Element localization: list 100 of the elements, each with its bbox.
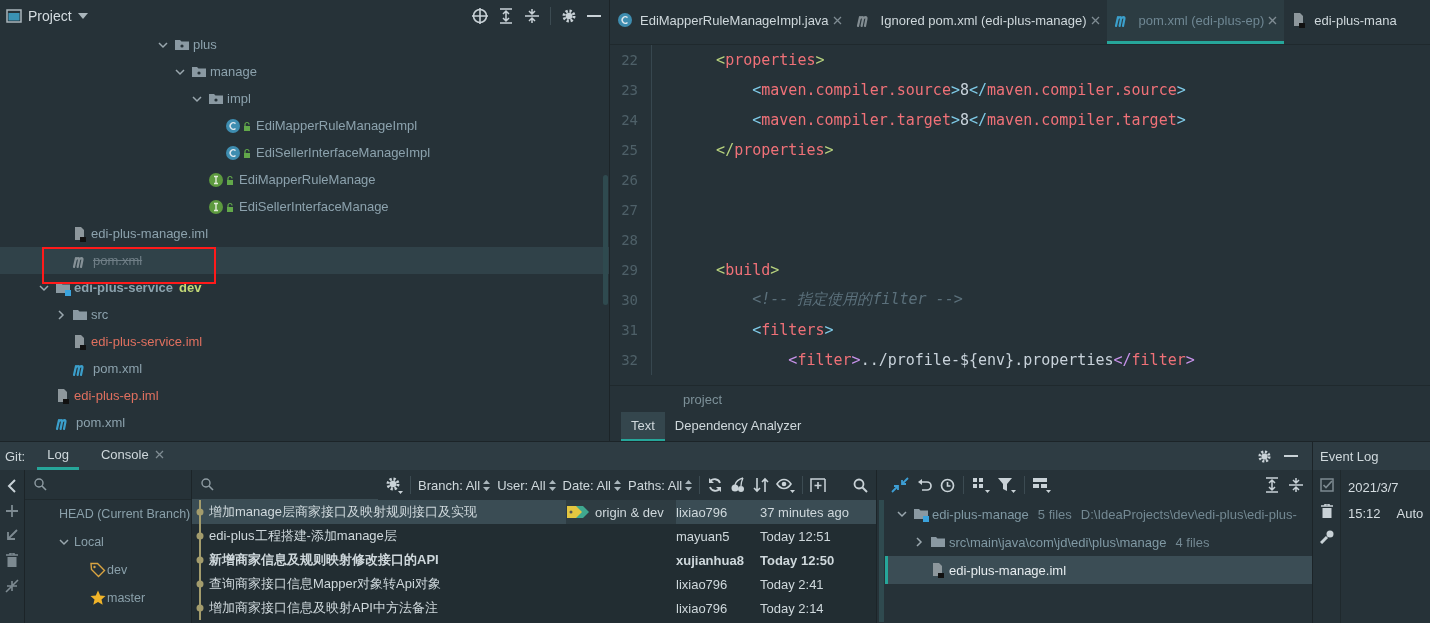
tree-label: edi-plus-service.iml [91, 334, 203, 349]
sort-arrows-icon [685, 479, 693, 491]
checkbox-icon[interactable] [1319, 478, 1334, 492]
event-time: 15:12 [1348, 505, 1381, 521]
eye-icon[interactable] [776, 477, 796, 493]
commit-date: Today 2:14 [760, 600, 825, 616]
tree-item[interactable]: src [0, 301, 609, 328]
grid-dropdown-icon[interactable] [972, 477, 990, 493]
file-icon [930, 562, 946, 578]
collapse-all-icon[interactable] [524, 7, 540, 24]
panel-tab[interactable]: Console [90, 442, 174, 470]
code-line: <!-- 指定使用的filter --> [751, 290, 963, 310]
new-tab-icon[interactable] [810, 477, 827, 493]
code-line: <filters> [751, 320, 834, 339]
close-icon[interactable] [832, 15, 842, 25]
chevron-right-icon[interactable] [55, 308, 67, 321]
tree-item[interactable]: manage [0, 58, 609, 85]
commit-author: lixiao796 [676, 576, 729, 592]
tree-item[interactable]: pom.xml [0, 409, 609, 436]
branch-item[interactable]: dev [25, 556, 191, 584]
settings-icon[interactable] [1257, 448, 1272, 464]
trash-icon[interactable] [1320, 504, 1333, 518]
scrollbar-thumb[interactable] [603, 175, 608, 305]
filter-dropdown[interactable]: Date: All [562, 477, 621, 493]
settings-dropdown-icon[interactable] [385, 476, 403, 494]
tree-item[interactable]: edi-plus-service.iml [0, 328, 609, 355]
arrows-in-icon[interactable] [891, 477, 909, 493]
commit-row[interactable]: 查询商家接口信息Mapper对象转Api对象 lixiao796 Today 2:41 [192, 572, 876, 596]
commit-row[interactable]: 增加manage层商家接口及映射规则接口及实现 origin & dev lixiao796 37 minutes ago [192, 500, 876, 524]
tree-label: edi-plus-manage.iml [91, 226, 209, 241]
group-by-icon[interactable] [1033, 477, 1051, 493]
changes-tree-item[interactable]: edi-plus-manage.iml [885, 556, 1312, 584]
close-icon[interactable] [154, 450, 164, 459]
tree-label: EdiMapperRuleManageImpl [256, 118, 418, 133]
tree-item[interactable]: EdiMapperRuleManage [0, 166, 609, 193]
view-tab[interactable]: Dependency Analyzer [664, 412, 812, 441]
branch-item[interactable]: Local [25, 528, 191, 556]
view-tab[interactable]: Text [621, 412, 665, 441]
refresh-icon[interactable] [707, 477, 724, 493]
changes-tree-item[interactable]: src\main\java\com\jd\edi\plus\manage 4 files [885, 528, 1312, 556]
breadcrumb[interactable]: project [683, 391, 723, 407]
tree-label: plus [193, 37, 217, 52]
tree-item[interactable]: impl [0, 85, 609, 112]
settings-icon[interactable] [561, 7, 577, 24]
arrow-icon[interactable] [6, 529, 18, 541]
panel-title: Git: [5, 448, 26, 464]
expand-all-icon[interactable] [498, 7, 514, 24]
close-icon[interactable] [1090, 15, 1100, 25]
expand-all-icon[interactable] [1264, 477, 1280, 493]
undo-icon[interactable] [917, 477, 932, 493]
class-icon [225, 144, 253, 161]
tree-item[interactable]: edi-plus-manage.iml [0, 220, 609, 247]
scrollbar-thumb[interactable] [879, 500, 884, 622]
editor-tab[interactable]: Ignored pom.xml (edi-plus-manage) [848, 0, 1107, 44]
filter-icon[interactable] [998, 477, 1016, 493]
chevron-right-icon[interactable] [913, 536, 925, 548]
filter-dropdown[interactable]: Paths: All [628, 477, 693, 493]
folder-icon [930, 534, 946, 550]
commit-row[interactable]: edi-plus工程搭建-添加manage层 mayuan5 Today 12:51 [192, 524, 876, 548]
close-icon[interactable] [1268, 15, 1278, 25]
chevron-left-icon[interactable] [6, 479, 18, 493]
code-line: <build> [715, 260, 780, 279]
tree-item[interactable]: EdiSellerInterfaceManageImpl [0, 139, 609, 166]
search-icon[interactable] [853, 477, 868, 493]
editor-tab[interactable]: edi-plus-mana [1284, 0, 1404, 44]
chevron-down-icon[interactable] [58, 536, 70, 548]
wrench-icon[interactable] [1319, 530, 1334, 544]
file-icon [55, 387, 71, 404]
panel-tab[interactable]: Log [37, 442, 79, 470]
ref-label: origin & dev [595, 504, 664, 520]
editor-tab[interactable]: EdiMapperRuleManageImpl.java [610, 0, 849, 44]
tree-item[interactable]: edi-plus-ep.iml [0, 382, 609, 409]
tree-item[interactable]: edi-plus-service dev [0, 274, 609, 301]
sort-arrows-icon [548, 479, 556, 491]
filter-dropdown[interactable]: User: All [497, 477, 556, 493]
commit-row[interactable]: 增加商家接口信息及映射API中方法备注 lixiao796 Today 2:14 [192, 596, 876, 620]
tree-item[interactable]: EdiSellerInterfaceManage [0, 193, 609, 220]
chevron-down-icon[interactable] [896, 508, 908, 520]
commit-row[interactable]: 新增商家信息及规则映射修改接口的API xujianhua8 Today 12:50 [192, 548, 876, 572]
trash-icon[interactable] [6, 553, 18, 567]
merge-icon[interactable] [5, 579, 19, 593]
editor-tab[interactable]: pom.xml (edi-plus-ep) [1106, 0, 1285, 44]
tree-item[interactable]: pom.xml [0, 355, 609, 382]
tree-item[interactable]: plus [0, 31, 609, 58]
commit-author: lixiao796 [676, 504, 729, 520]
collapse-all-icon[interactable] [1288, 477, 1304, 493]
branch-label: dev [179, 280, 202, 295]
cherry-icon[interactable] [730, 477, 747, 493]
branch-item[interactable]: HEAD (Current Branch) [25, 500, 191, 528]
tree-item[interactable]: EdiMapperRuleManageImpl [0, 112, 609, 139]
add-icon[interactable] [6, 505, 18, 517]
up-down-arrows-icon[interactable] [753, 477, 770, 493]
tree-label: impl [227, 91, 251, 106]
locate-icon[interactable] [472, 7, 488, 24]
project-view-selector[interactable]: Project [6, 7, 88, 24]
filter-dropdown[interactable]: Branch: All [418, 477, 491, 493]
clock-icon[interactable] [940, 477, 955, 493]
commit-author: lixiao796 [676, 600, 729, 616]
branch-item[interactable]: master [25, 584, 191, 612]
changes-tree-item[interactable]: edi-plus-manage 5 files D:\IdeaProjects\dev\edi-plus\edi-plus- [885, 500, 1312, 528]
